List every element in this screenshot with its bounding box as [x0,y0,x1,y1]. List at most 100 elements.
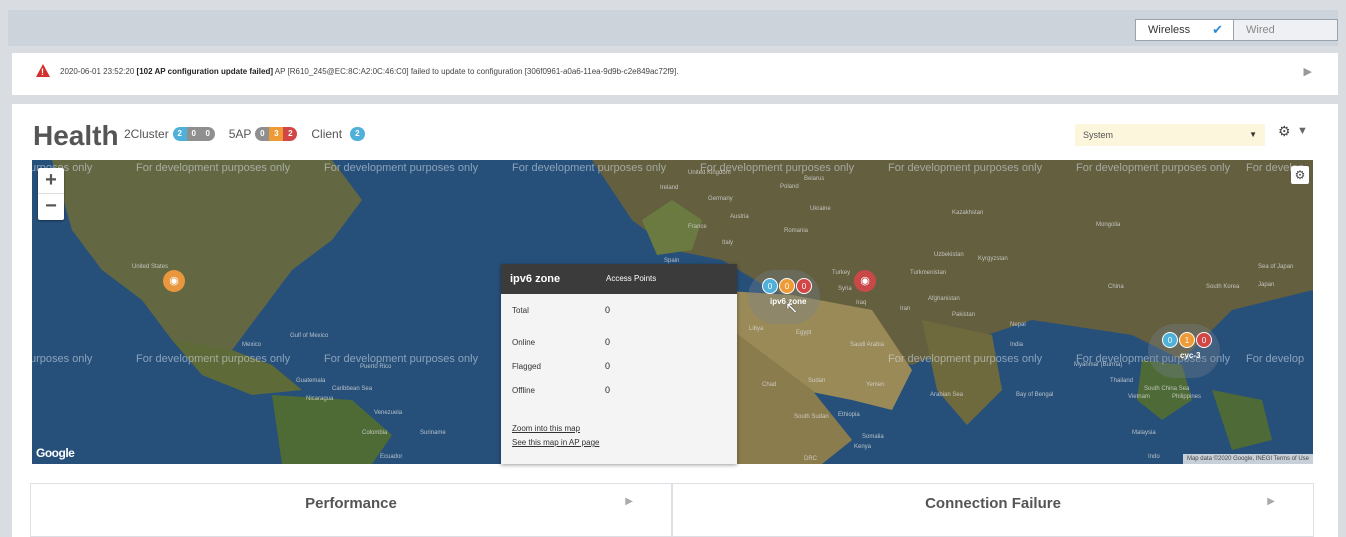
map-settings-gear-icon[interactable]: ⚙ [1291,166,1309,184]
map-label: Colombia [362,430,388,436]
zoom-in-button[interactable]: + [38,168,64,194]
map-label: Turkmenistan [910,270,947,276]
map-label: South China Sea [1144,386,1190,392]
alert-expand-icon[interactable]: ▶ [1304,65,1312,78]
wifi-ap-marker-icon[interactable]: ◉ [163,270,185,292]
alert-detail: AP [R610_245@EC:8C:A2:0C:46:C0] failed t… [274,67,679,76]
map-label: Nicaragua [306,396,334,402]
filter-icon[interactable]: ▼ [1297,125,1308,137]
performance-title: Performance [305,495,397,512]
cyc-cluster-name: cyc-3 [1180,351,1201,360]
see-map-in-ap-page-link[interactable]: See this map in AP page [512,438,599,447]
map-label: Poland [780,184,799,190]
ap-online-badge[interactable]: 0 [255,127,270,141]
map-label: United States [132,264,169,270]
alert-message: 2020-06-01 23:52:20 [102 AP configuratio… [60,67,678,76]
ap-count-group[interactable]: 5AP 0 3 2 [229,127,298,141]
ap-label: 5AP [228,127,252,141]
map-label: Uzbekistan [934,252,964,258]
map-label: Chad [762,382,777,388]
map-label: Vietnam [1128,394,1150,400]
client-badge[interactable]: 2 [350,127,365,141]
wired-tab[interactable]: Wired [1233,20,1337,40]
map-label: Mongolia [1096,222,1121,228]
map-label: Puerto Rico [360,364,392,370]
map-label: Austria [730,214,749,220]
map-zoom-controls: + − [38,168,64,220]
dev-watermark: For development purposes only [888,353,1043,365]
ap-flagged-badge[interactable]: 3 [269,127,284,141]
client-count-group[interactable]: Client 2 [311,127,365,141]
popup-row-label: Flagged [512,362,541,371]
map-label: Ecuador [380,454,403,460]
map-label: South Sudan [794,414,829,420]
map-label: Bay of Bengal [1016,392,1054,398]
performance-card[interactable]: Performance ▶ [30,483,672,537]
alert-timestamp: 2020-06-01 23:52:20 [60,67,135,76]
map-label: Sudan [808,378,826,384]
map-label: Saudi Arabia [850,342,885,348]
map-label: Kazakhstan [952,210,984,216]
map-label: South Korea [1206,284,1240,290]
dev-watermark: For development purposes only [1076,162,1231,174]
map-label: Mexico [242,342,262,348]
popup-row-value: 0 [605,305,611,315]
popup-row-value: 0 [605,385,611,395]
map-label: Afghanistan [928,296,960,302]
system-select[interactable]: System ▼ [1075,124,1265,146]
zone-cluster-count: 0 [796,278,812,294]
warning-icon: ! [36,64,50,77]
popup-access-points-label: Access Points [606,274,657,283]
page-title: Health [33,120,119,151]
health-cards: Performance ▶ Connection Failure ▶ [30,483,1314,537]
cluster-good-badge[interactable]: 2 [172,127,187,141]
map-label: Belarus [804,176,825,182]
map-attribution[interactable]: Map data ©2020 Google, INEGI Terms of Us… [1182,454,1313,464]
cyc-cluster-marker[interactable]: 0 1 0 cyc-3 [1148,324,1220,378]
performance-expand-icon[interactable]: ▶ [625,496,633,507]
check-icon: ✔ [1212,22,1223,37]
map-label: Iraq [856,300,867,306]
wireless-label: Wireless [1148,24,1191,36]
map-label: Nepal [1010,322,1026,328]
dev-watermark: For development purposes only [512,162,667,174]
ap-offline-badge[interactable]: 2 [283,127,298,141]
cluster-flagged-badge[interactable]: 0 [186,127,201,141]
settings-gear-icon[interactable]: ⚙ [1278,123,1291,140]
map-label: Egypt [796,330,812,336]
zoom-into-map-link[interactable]: Zoom into this map [512,424,580,433]
popup-row-value: 0 [605,361,611,371]
map-label: Myanmar (Burma) [1074,362,1123,368]
mouse-cursor-icon: ↖ [785,300,799,317]
zone-info-popup: ipv6 zone Access Points Total 0 Online 0… [501,264,737,464]
map-label: Somalia [862,434,884,440]
popup-row-value: 0 [605,337,611,347]
map-label: Kyrgyzstan [978,256,1008,262]
map-label: United Kingdom [688,170,731,176]
map-label: Yemen [866,382,885,388]
wired-label: Wired [1246,24,1275,36]
alert-event: [102 AP configuration update failed] [136,67,273,76]
dev-watermark: For develop [1246,353,1305,365]
cluster-offline-badge[interactable]: 0 [200,127,215,141]
zoom-out-button[interactable]: − [38,194,64,220]
connection-failure-card[interactable]: Connection Failure ▶ [672,483,1314,537]
chevron-down-icon: ▼ [1249,130,1257,139]
dev-watermark: For development purposes only [888,162,1043,174]
map-label: Sea of Japan [1258,264,1294,270]
map-label: India [1010,342,1024,348]
wireless-tab[interactable]: Wireless ✔ [1136,20,1233,40]
map-label: Turkey [832,270,851,276]
map-label: Kenya [854,444,872,450]
health-counts: 2Cluster 2 0 0 5AP 0 3 2 Client 2 [124,127,379,141]
dev-watermark: For development purposes only [136,162,291,174]
map-label: Ethiopia [838,412,860,418]
zone-cluster-marker[interactable]: 0 0 0 ipv6 zone [748,270,820,324]
connection-failure-expand-icon[interactable]: ▶ [1267,496,1275,507]
cluster-count-group[interactable]: 2Cluster 2 0 0 [124,127,215,141]
map-label: Ireland [660,185,679,191]
dev-watermark: For development purposes only [324,162,479,174]
map-label: France [688,224,707,230]
map-label: Arabian Sea [930,392,964,398]
wifi-ap-marker-icon[interactable]: ◉ [854,270,876,292]
